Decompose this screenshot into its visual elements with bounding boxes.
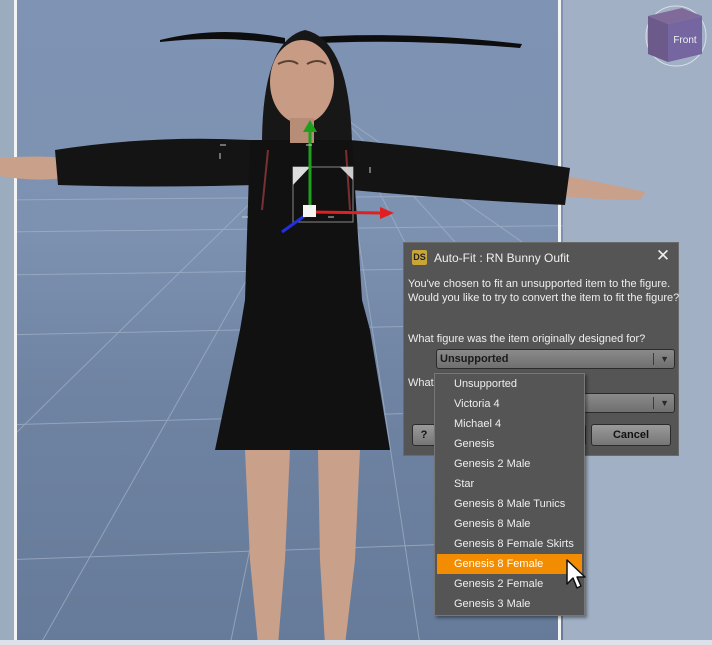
figure-dropdown-list[interactable]: Unsupported Victoria 4 Michael 4 Genesis… bbox=[434, 373, 585, 616]
ds-logo-icon: DS bbox=[412, 250, 427, 265]
dropdown-option[interactable]: Genesis 3 Male bbox=[437, 594, 582, 614]
chevron-down-icon: ▼ bbox=[660, 354, 669, 364]
left-leg bbox=[245, 450, 290, 645]
help-icon: ? bbox=[420, 429, 428, 441]
dropdown-option[interactable]: Genesis bbox=[437, 434, 582, 454]
target-figure-question: What bbox=[408, 377, 434, 389]
dropdown-option[interactable]: Star bbox=[437, 474, 582, 494]
dropdown-option[interactable]: Genesis 8 Male bbox=[437, 514, 582, 534]
dropdown-option[interactable]: Unsupported bbox=[437, 374, 582, 394]
original-figure-select[interactable]: Unsupported ▼ bbox=[436, 349, 675, 369]
right-sleeve bbox=[350, 140, 570, 205]
view-cube-label: Front bbox=[673, 35, 697, 46]
dropdown-option-highlighted[interactable]: Genesis 8 Female bbox=[437, 554, 582, 574]
original-figure-question: What figure was the item originally desi… bbox=[408, 333, 646, 345]
viewport-bottom-bar bbox=[0, 640, 712, 645]
dropdown-option[interactable]: Genesis 2 Female bbox=[437, 574, 582, 594]
mouse-pointer-icon bbox=[566, 559, 586, 589]
dialog-message-line1: You've chosen to fit an unsupported item… bbox=[408, 278, 671, 290]
dialog-title: Auto-Fit : RN Bunny Oufit bbox=[434, 251, 570, 265]
right-leg bbox=[318, 450, 360, 645]
bunny-ear-left bbox=[160, 31, 285, 44]
dialog-message-line2: Would you like to try to convert the ite… bbox=[408, 292, 680, 304]
left-sleeve bbox=[55, 138, 255, 187]
cancel-button[interactable]: Cancel bbox=[591, 424, 671, 446]
dropdown-option[interactable]: Genesis 2 Male bbox=[437, 454, 582, 474]
right-hand bbox=[560, 175, 645, 200]
bunny-ear-right bbox=[298, 35, 522, 48]
left-hand bbox=[0, 156, 62, 180]
help-button[interactable]: ? bbox=[412, 424, 436, 446]
view-cube[interactable]: Front bbox=[638, 2, 710, 70]
chevron-down-icon: ▼ bbox=[660, 398, 669, 408]
close-icon[interactable]: ✕ bbox=[654, 247, 672, 265]
dropdown-option[interactable]: Victoria 4 bbox=[437, 394, 582, 414]
original-figure-select-value: Unsupported bbox=[440, 353, 509, 365]
dialog-title-bar[interactable]: DS Auto-Fit : RN Bunny Oufit ✕ bbox=[404, 243, 678, 271]
face bbox=[270, 40, 334, 124]
dropdown-option[interactable]: Genesis 8 Female Skirts bbox=[437, 534, 582, 554]
dropdown-option[interactable]: Genesis 8 Male Tunics bbox=[437, 494, 582, 514]
dropdown-option[interactable]: Michael 4 bbox=[437, 414, 582, 434]
